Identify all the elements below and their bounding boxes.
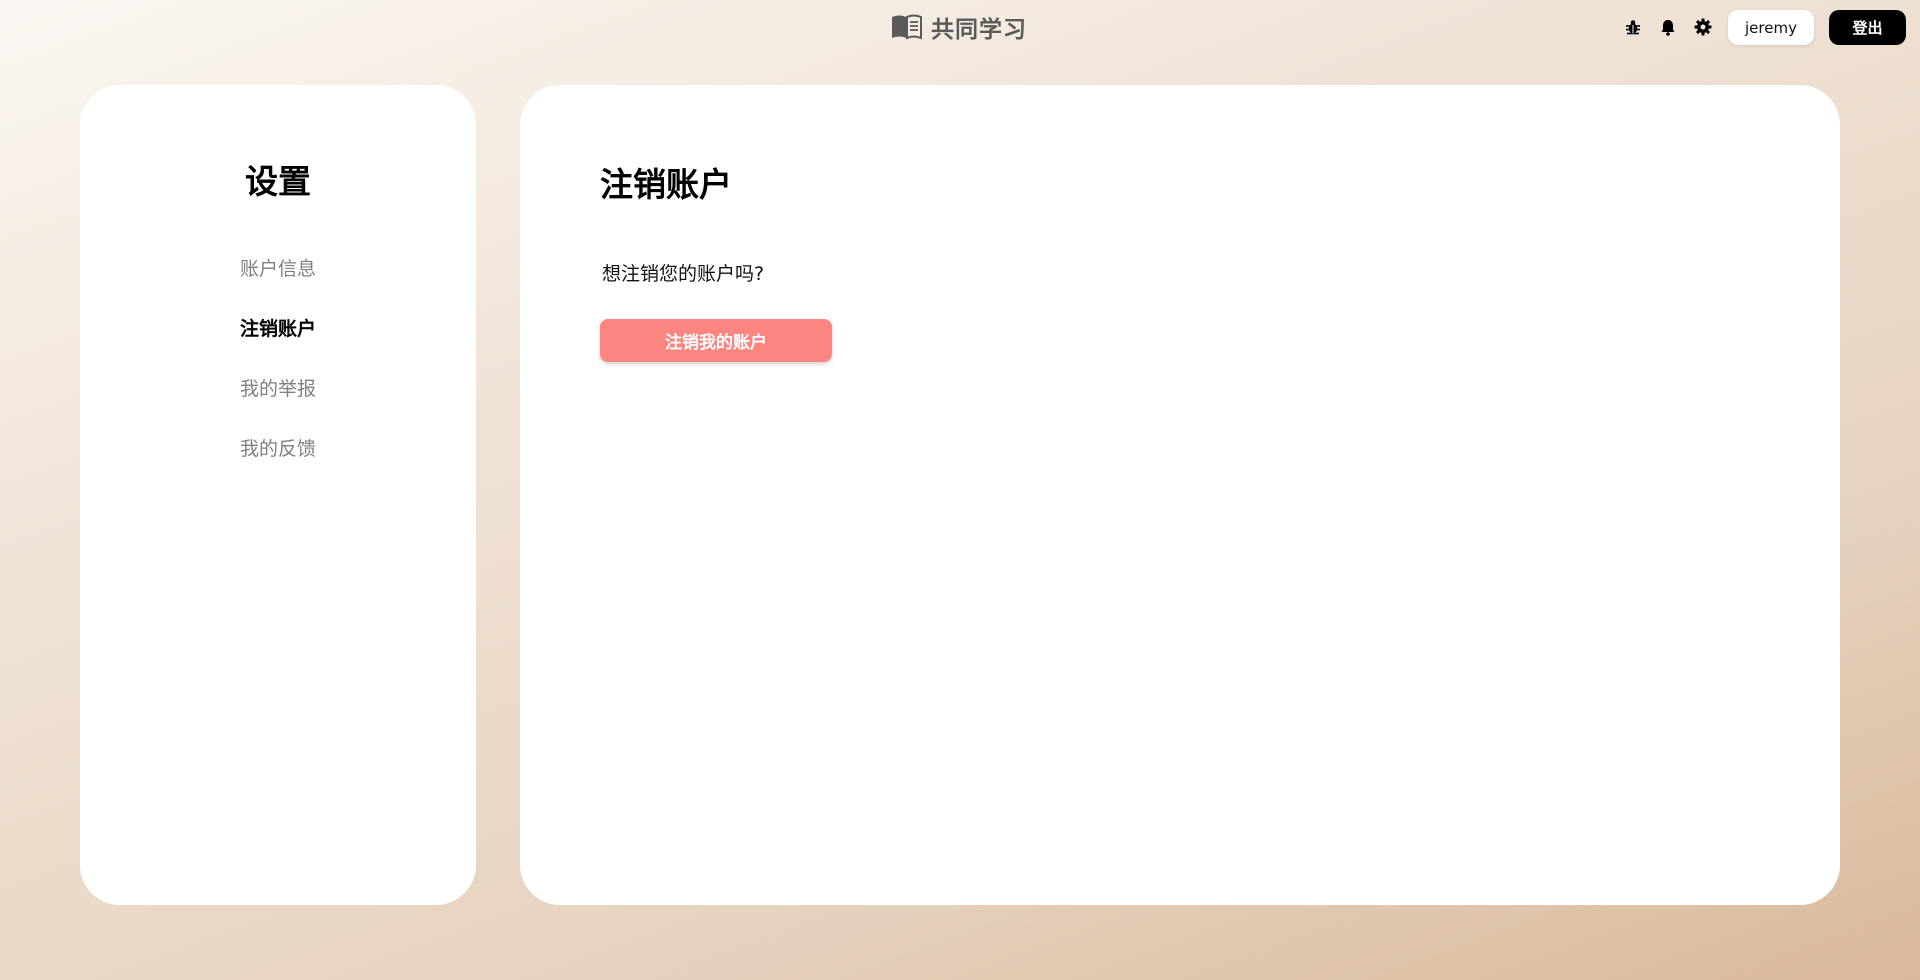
top-bar: 共同学习 jeremy 登出 — [0, 0, 1920, 56]
sidebar-title: 设置 — [245, 162, 311, 201]
logout-button[interactable]: 登出 — [1829, 10, 1906, 45]
open-book-icon — [890, 14, 923, 40]
page-title: 注销账户 — [600, 165, 732, 204]
sidebar-item-my-feedback[interactable]: 我的反馈 — [80, 433, 476, 493]
user-menu-button[interactable]: jeremy — [1728, 10, 1814, 45]
settings-sidebar: 设置 账户信息 注销账户 我的举报 我的反馈 — [80, 85, 476, 905]
bell-icon[interactable] — [1657, 16, 1679, 38]
brand[interactable]: 共同学习 — [890, 10, 1027, 44]
brand-name: 共同学习 — [931, 17, 1027, 43]
sidebar-item-my-reports[interactable]: 我的举报 — [80, 373, 476, 433]
gear-icon[interactable] — [1692, 16, 1714, 38]
delete-account-button[interactable]: 注销我的账户 — [600, 319, 832, 362]
main-panel: 注销账户 想注销您的账户吗? 注销我的账户 — [520, 85, 1840, 905]
sidebar-item-account-info[interactable]: 账户信息 — [80, 253, 476, 313]
delete-account-prompt: 想注销您的账户吗? — [602, 263, 765, 285]
bug-icon[interactable] — [1622, 16, 1644, 38]
sidebar-item-delete-account[interactable]: 注销账户 — [80, 313, 476, 373]
settings-nav: 账户信息 注销账户 我的举报 我的反馈 — [80, 253, 476, 493]
